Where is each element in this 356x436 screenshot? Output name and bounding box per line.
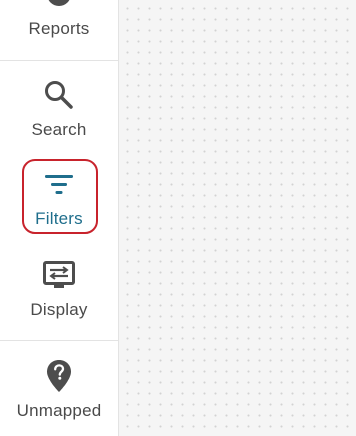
- search-icon: [0, 79, 118, 111]
- sidebar-item-reports[interactable]: Reports: [0, 0, 118, 58]
- sidebar-item-search[interactable]: Search: [0, 61, 118, 151]
- reports-icon: [0, 0, 118, 12]
- unmapped-location-icon: [0, 359, 118, 393]
- filters-highlight-outline: [22, 159, 98, 234]
- display-icon: [0, 260, 118, 292]
- sidebar-item-search-label: Search: [31, 120, 87, 139]
- sidebar-item-display[interactable]: Display: [0, 250, 118, 338]
- sidebar-item-unmapped[interactable]: Unmapped: [0, 341, 118, 436]
- sidebar-item-unmapped-label: Unmapped: [16, 401, 102, 420]
- sidebar-item-reports-label: Reports: [28, 19, 90, 38]
- sidebar-item-display-label: Display: [30, 300, 88, 319]
- map-canvas[interactable]: [119, 0, 356, 436]
- sidebar: Reports Search Filters Display Unmapped: [0, 0, 119, 436]
